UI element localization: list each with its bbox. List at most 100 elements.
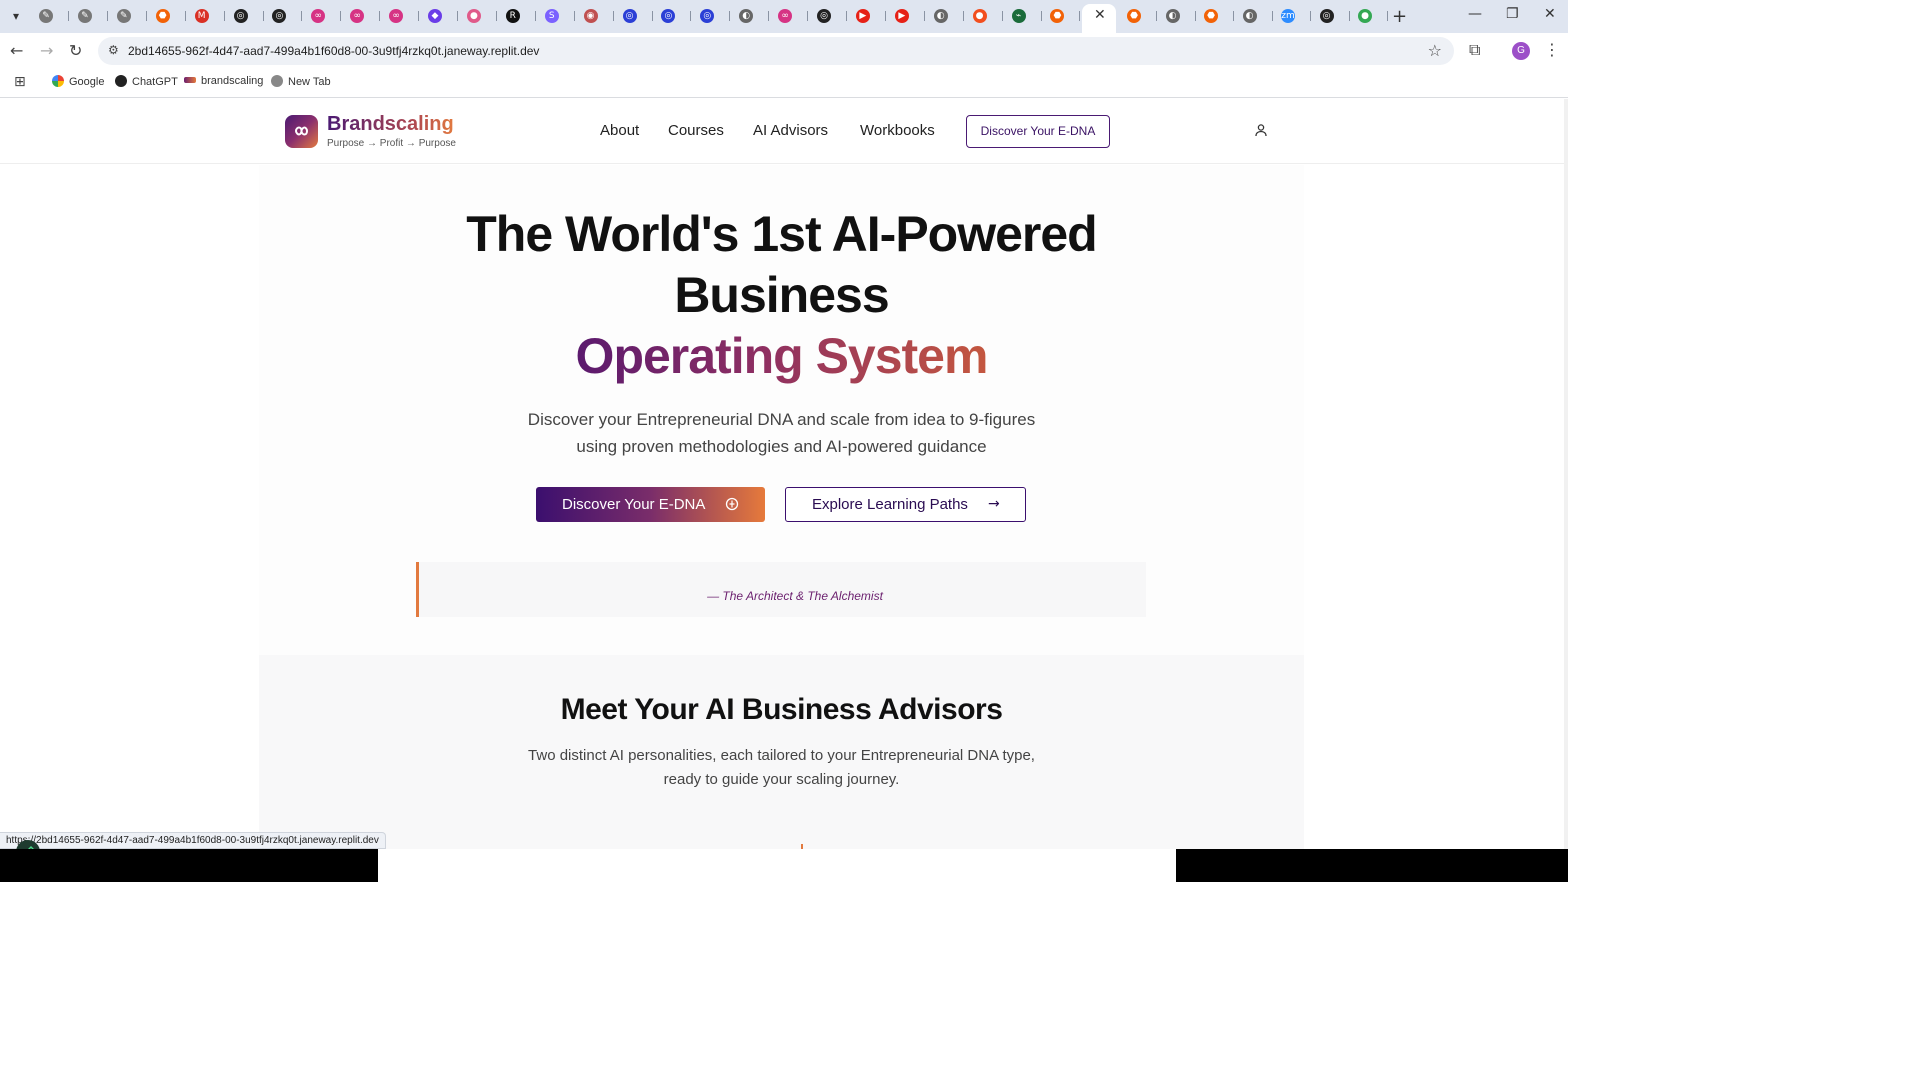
bookmark-brandscaling[interactable]: brandscaling xyxy=(184,75,263,87)
tab-separator xyxy=(846,11,847,21)
browser-tab[interactable]: ● xyxy=(972,7,1007,25)
browser-tab[interactable]: ⬣ xyxy=(1050,7,1084,25)
tab-separator xyxy=(1387,11,1388,21)
browser-tab[interactable]: ◉ xyxy=(583,7,618,25)
forward-icon[interactable]: → xyxy=(40,41,53,60)
browser-tab[interactable]: ◎ xyxy=(817,7,851,25)
browser-tab[interactable]: ∞ xyxy=(350,7,384,25)
tab-separator xyxy=(807,11,809,21)
user-account-icon[interactable] xyxy=(1254,123,1268,137)
browser-tab[interactable]: ∞ xyxy=(311,7,345,25)
globe-icon: ◐ xyxy=(1242,9,1257,23)
close-window-icon[interactable]: ✕ xyxy=(1544,6,1556,22)
extensions-icon[interactable]: ⧉ xyxy=(1469,40,1480,60)
taskbar-left xyxy=(0,849,378,882)
tab-search-menu-icon[interactable]: ▾ xyxy=(6,6,26,26)
nav-about[interactable]: About xyxy=(600,122,639,139)
make-icon: ∞ xyxy=(389,9,404,23)
close-tab-icon[interactable]: ✕ xyxy=(1094,7,1106,23)
browser-tab[interactable]: ● xyxy=(1358,7,1392,25)
browser-tab[interactable]: ∞ xyxy=(778,7,812,25)
bookmark-google[interactable]: Google xyxy=(52,75,104,88)
apps-grid-icon[interactable]: ⊞ xyxy=(14,74,26,90)
tab-separator xyxy=(340,11,342,21)
profile-avatar[interactable]: G xyxy=(1512,42,1530,60)
browser-tab-strip: ▾ ✎ ✎ ✎ ⬣ M ◎ ◎ ∞ ∞ ∞ ◆ ● R S ◉ ◎ ◎ ◎ ◐ ∞ ◎ ▶ ▶ ◐ ● ⌁ ⬣ ✕ ⬣ ◐ ⬣ ◐ zm ◎ ●… xyxy=(0,0,1568,33)
nav-workbooks[interactable]: Workbooks xyxy=(860,122,935,139)
browser-tab[interactable]: ◎ xyxy=(622,7,657,25)
reload-icon[interactable]: ↻ xyxy=(69,41,82,60)
browser-tab[interactable]: ◎ xyxy=(233,7,268,25)
browser-tab[interactable]: zm xyxy=(1281,7,1315,25)
browser-tab[interactable]: ● xyxy=(466,7,501,25)
nav-courses[interactable]: Courses xyxy=(668,122,724,139)
bookmark-star-icon[interactable]: ☆ xyxy=(1428,41,1442,60)
browser-tab[interactable]: R xyxy=(505,7,540,25)
browser-menu-icon[interactable]: ⋮ xyxy=(1544,40,1560,59)
brand-name[interactable]: Brandscaling xyxy=(327,113,454,136)
bookmark-chatgpt[interactable]: ChatGPT xyxy=(115,75,178,88)
hero-section: The World's 1st AI-Powered Business Oper… xyxy=(259,165,1304,849)
browser-tab[interactable]: ◐ xyxy=(1165,7,1200,25)
explore-learning-paths-button[interactable]: Explore Learning Paths → xyxy=(785,487,1026,522)
address-bar[interactable]: ⚙ 2bd14655-962f-4d47-aad7-499a4b1f60d8-0… xyxy=(98,37,1454,65)
page-scrollbar[interactable] xyxy=(1564,99,1568,849)
browser-tab[interactable]: ◎ xyxy=(700,7,734,25)
discover-edna-label: Discover Your E-DNA xyxy=(562,496,706,513)
globe-icon: ◐ xyxy=(933,9,948,23)
youtube-icon: ▶ xyxy=(855,9,870,23)
browser-tab[interactable]: ▶ xyxy=(894,7,929,25)
replit-icon: ⬣ xyxy=(1050,9,1065,23)
openai-icon: ◎ xyxy=(817,9,831,23)
brand-tagline: Purpose → Profit → Purpose xyxy=(327,138,456,149)
new-tab-icon[interactable]: + xyxy=(1392,6,1407,27)
tab-separator xyxy=(1271,11,1273,21)
claude-icon: ✎ xyxy=(39,9,53,23)
brand-logo-icon[interactable] xyxy=(285,115,318,148)
browser-tab[interactable]: ⬣ xyxy=(1127,7,1161,25)
tab-separator xyxy=(651,11,653,21)
make-icon: ∞ xyxy=(350,9,365,23)
tab-separator xyxy=(1348,11,1350,21)
openai-icon: ◎ xyxy=(233,9,248,23)
minimize-icon[interactable]: — xyxy=(1468,6,1482,22)
browser-tab[interactable]: ⬣ xyxy=(155,7,190,25)
browser-tab[interactable]: ◐ xyxy=(739,7,773,25)
tab-separator xyxy=(68,11,69,21)
hero-title-line3: Operating System xyxy=(259,327,1304,385)
advisors-subtitle-line2: ready to guide your scaling journey. xyxy=(663,771,900,788)
browser-tab[interactable]: ▶ xyxy=(855,7,890,25)
bookmark-label: ChatGPT xyxy=(132,76,178,88)
header-discover-button[interactable]: Discover Your E-DNA xyxy=(966,115,1110,148)
hero-subtitle-line2: using proven methodologies and AI-powere… xyxy=(576,437,987,456)
arrow-right-icon: → xyxy=(988,496,1000,512)
browser-tab[interactable]: ◐ xyxy=(1242,7,1277,25)
hero-title-line2: Business xyxy=(674,267,889,323)
browser-tab[interactable]: ✎ xyxy=(39,7,73,25)
url-text[interactable]: 2bd14655-962f-4d47-aad7-499a4b1f60d8-00-… xyxy=(128,44,539,58)
app-icon: ● xyxy=(972,9,987,23)
browser-tab[interactable]: S xyxy=(544,7,579,25)
openai-icon: ◎ xyxy=(272,9,287,23)
browser-tab[interactable]: ✎ xyxy=(116,7,151,25)
tab-separator xyxy=(1310,11,1311,21)
nav-ai-advisors[interactable]: AI Advisors xyxy=(753,122,828,139)
site-info-icon[interactable]: ⚙ xyxy=(108,43,119,57)
browser-tab[interactable]: ⌁ xyxy=(1011,7,1046,25)
browser-tab[interactable]: ◆ xyxy=(428,7,462,25)
browser-tab[interactable]: ∞ xyxy=(389,7,423,25)
browser-tab[interactable]: ◐ xyxy=(933,7,968,25)
browser-tab[interactable]: M xyxy=(194,7,229,25)
tab-separator xyxy=(418,11,420,21)
back-icon[interactable]: ← xyxy=(10,41,23,60)
discover-edna-button[interactable]: Discover Your E-DNA xyxy=(536,487,765,522)
browser-tab[interactable]: ◎ xyxy=(272,7,306,25)
browser-tab[interactable]: ⬣ xyxy=(1204,7,1238,25)
browser-tab[interactable]: ◎ xyxy=(1319,7,1354,25)
active-tab[interactable]: ✕ xyxy=(1082,4,1116,33)
restore-icon[interactable]: ❐ xyxy=(1506,6,1519,22)
bookmark-new-tab[interactable]: New Tab xyxy=(271,75,331,88)
tab-separator xyxy=(923,11,925,21)
browser-tab[interactable]: ◎ xyxy=(661,7,695,25)
browser-tab[interactable]: ✎ xyxy=(77,7,112,25)
